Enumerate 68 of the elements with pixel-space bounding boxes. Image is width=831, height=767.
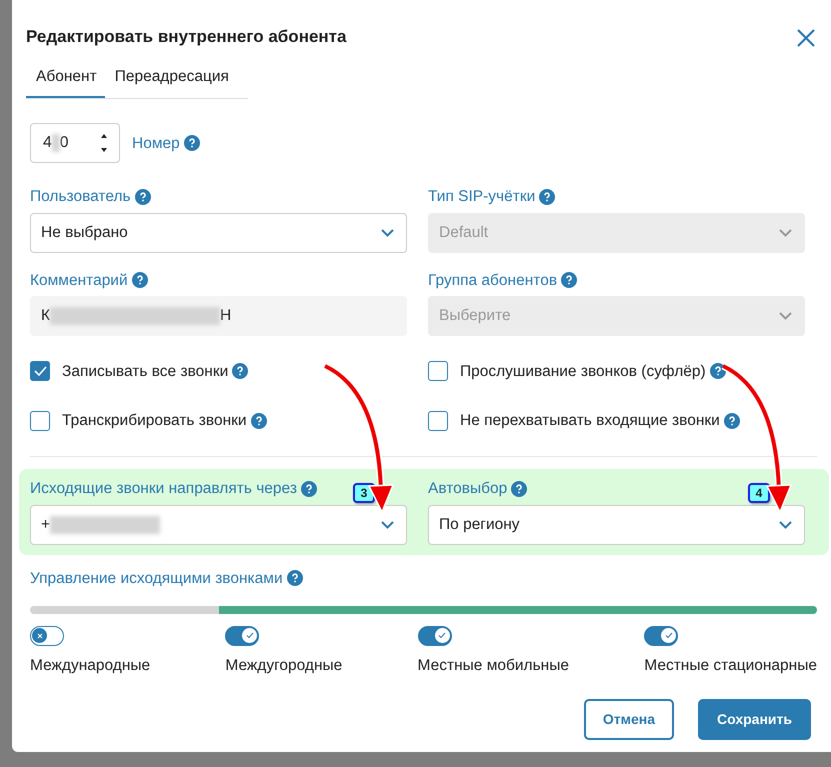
select-field[interactable]: + [30, 504, 407, 544]
help-icon[interactable] [511, 480, 528, 497]
toggle-label: Местные стационарные [644, 656, 817, 676]
field-label: Тип SIP-учётки [428, 187, 536, 208]
field-label: Номер [132, 134, 180, 154]
select-field[interactable]: Не выбрано [30, 212, 407, 252]
help-icon[interactable] [250, 412, 267, 429]
field-value: Не выбрано [41, 224, 128, 241]
toggle-label: Междугородные [225, 656, 342, 676]
help-icon[interactable] [300, 480, 317, 497]
help-icon[interactable] [561, 272, 578, 288]
cross-icon [36, 632, 42, 639]
field-value: По региону [439, 516, 520, 533]
toggle-switch[interactable] [644, 626, 678, 646]
chevron-down-icon [381, 520, 394, 528]
tab[interactable]: Абонент [26, 61, 105, 98]
field-value: Н [220, 307, 232, 324]
spinner-arrows-icon[interactable] [99, 132, 109, 154]
toggle-switch[interactable] [30, 626, 64, 646]
help-icon[interactable] [724, 412, 740, 429]
cancel-button[interactable]: Отмена [584, 699, 674, 740]
checkbox-label: Не перехватывать входящие звонки [460, 411, 720, 431]
check-icon [246, 632, 254, 640]
toggle-label: Международные [30, 656, 150, 676]
annotation-badge: 4 [748, 483, 770, 504]
dialog-title: Редактировать внутреннего абонента [26, 26, 346, 48]
chevron-down-icon [779, 228, 792, 236]
check-icon [438, 632, 446, 640]
field-label: Пользователь [30, 187, 131, 208]
check-icon [664, 632, 673, 640]
help-icon[interactable] [184, 135, 200, 152]
field-label: Управление исходящими звонками [30, 568, 283, 588]
toggle-switch[interactable] [418, 626, 452, 646]
input-field[interactable]: К Н [30, 296, 407, 336]
checkbox[interactable] [30, 361, 50, 382]
chevron-down-icon [381, 228, 394, 236]
field-label: Группа абонентов [428, 270, 558, 290]
checkbox[interactable] [428, 361, 448, 382]
help-icon[interactable] [134, 188, 151, 205]
checkbox-label: Транскрибировать звонки [62, 411, 247, 431]
checkbox[interactable] [30, 410, 50, 431]
chevron-down-icon [779, 520, 792, 528]
checkbox-label: Записывать все звонки [62, 362, 228, 382]
field-value: 0 [60, 134, 69, 152]
checkbox[interactable] [428, 410, 448, 431]
field-value: 4 [43, 134, 52, 152]
field-value: + [41, 516, 50, 533]
number-spinner[interactable]: 4 0 [30, 123, 120, 164]
checkbox-label: Прослушивание звонков (суфлёр) [460, 362, 706, 382]
close-button[interactable] [795, 26, 817, 48]
field-value: Default [439, 224, 488, 241]
help-icon[interactable] [132, 272, 148, 288]
help-icon[interactable] [710, 363, 726, 380]
toggle-label: Местные мобильные [418, 656, 569, 676]
help-icon[interactable] [232, 363, 248, 380]
field-label: Комментарий [30, 270, 128, 290]
select-field[interactable]: По региону [428, 504, 805, 544]
check-icon [34, 366, 46, 376]
toggle-switch[interactable] [225, 626, 260, 646]
field-label: Автовыбор [428, 479, 508, 500]
tab[interactable]: Переадресация [104, 61, 237, 98]
help-icon[interactable] [539, 188, 556, 205]
save-button[interactable]: Сохранить [698, 699, 811, 740]
chevron-down-icon [779, 312, 792, 320]
field-value: К [41, 307, 50, 324]
placeholder-text: Выберите [439, 307, 511, 324]
help-icon[interactable] [286, 570, 303, 586]
field-label: Исходящие звонки направлять через [30, 479, 297, 500]
